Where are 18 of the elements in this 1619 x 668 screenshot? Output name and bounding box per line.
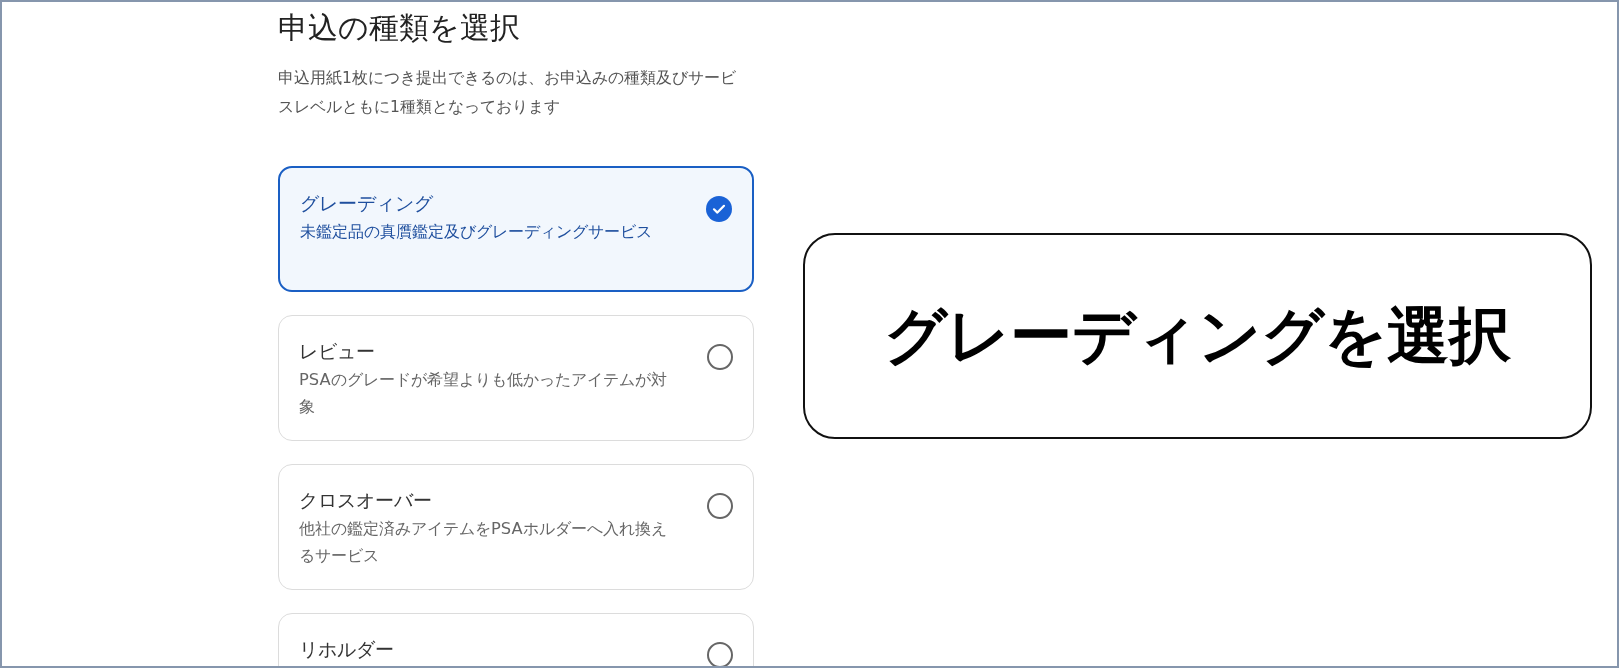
- option-card[interactable]: グレーディング 未鑑定品の真贋鑑定及びグレーディングサービス: [278, 166, 754, 292]
- option-description: 未鑑定品の真贋鑑定及びグレーディングサービス: [300, 221, 653, 243]
- option-card[interactable]: レビュー PSAのグレードが希望よりも低かったアイテムが対象: [278, 315, 754, 441]
- radio-icon[interactable]: [707, 493, 733, 519]
- page-title: 申込の種類を選択: [278, 9, 521, 47]
- option-title: グレーディング: [300, 191, 434, 216]
- option-card[interactable]: リホルダー: [278, 613, 754, 666]
- option-title: レビュー: [299, 339, 376, 364]
- radio-icon[interactable]: [707, 642, 733, 666]
- checked-radio-icon[interactable]: [706, 196, 732, 222]
- option-title: クロスオーバー: [299, 488, 433, 513]
- option-title: リホルダー: [299, 637, 394, 662]
- option-description: 他社の鑑定済みアイテムをPSAホルダーへ入れ換えるサービス: [299, 518, 668, 567]
- callout-box: グレーディングを選択: [803, 233, 1592, 439]
- option-card[interactable]: クロスオーバー 他社の鑑定済みアイテムをPSAホルダーへ入れ換えるサービス: [278, 464, 754, 590]
- page-description: 申込用紙1枚につき提出できるのは、お申込みの種類及びサービスレベルともに1種類となっております: [278, 68, 737, 118]
- option-description: PSAのグレードが希望よりも低かったアイテムが対象: [299, 369, 668, 418]
- radio-icon[interactable]: [707, 344, 733, 370]
